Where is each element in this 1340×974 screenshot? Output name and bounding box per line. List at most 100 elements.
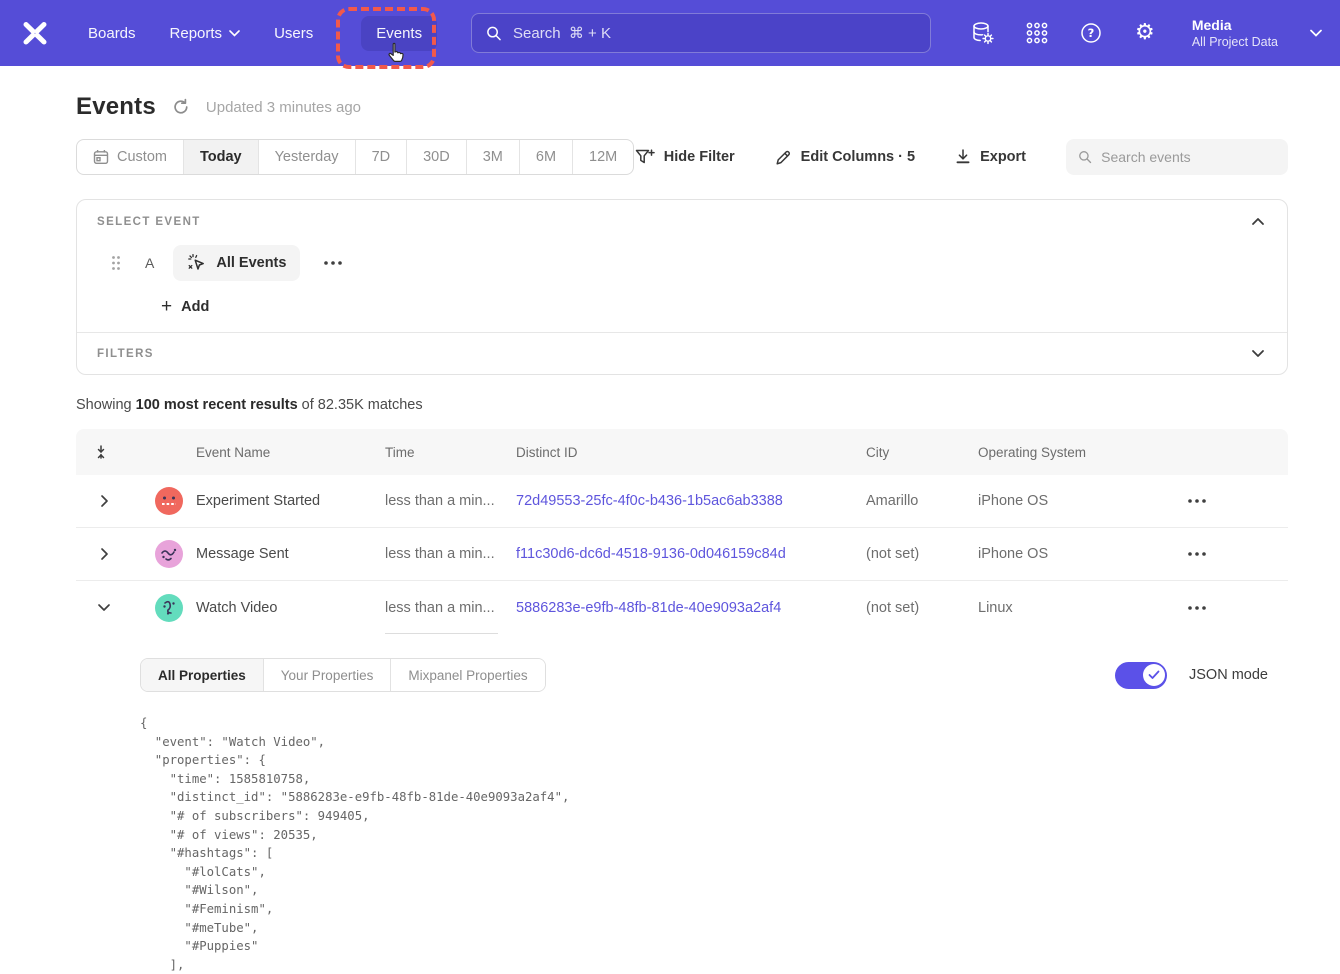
tab-label: All Properties [158,668,246,683]
edit-columns-button[interactable]: Edit Columns · 5 [775,149,915,166]
date-option-30d[interactable]: 30D [407,140,467,174]
ellipsis-icon [324,261,342,265]
refresh-button[interactable] [172,98,190,116]
global-search-input[interactable] [513,25,916,42]
distinct-id-link[interactable]: 72d49553-25fc-4f0c-b436-1b5ac6ab3388 [516,493,783,509]
event-name-cell: Message Sent [196,546,385,562]
column-header-city: City [866,445,978,460]
date-option-12m[interactable]: 12M [573,140,633,174]
tab-mixpanel-properties[interactable]: Mixpanel Properties [391,659,544,691]
date-option-label: 7D [372,149,391,165]
row-collapse-chevron-down-icon[interactable] [76,603,132,612]
refresh-icon [172,98,190,116]
event-avatar [155,487,183,515]
events-table: Event Name Time Distinct ID City Operati… [76,429,1288,974]
distinct-id-link[interactable]: 5886283e-e9fb-48fb-81de-40e9093a2af4 [516,600,781,616]
calendar-icon [93,149,109,165]
event-avatar [155,594,183,622]
hide-filter-button[interactable]: Hide Filter [635,149,735,165]
event-selector-button[interactable]: All Events [173,245,300,281]
date-option-custom[interactable]: Custom [77,140,184,174]
tab-label: Your Properties [281,668,374,683]
expand-section-chevron-down-icon[interactable] [1249,347,1267,360]
hide-filter-label: Hide Filter [664,149,735,165]
export-button[interactable]: Export [955,149,1026,165]
mixpanel-logo-icon[interactable] [20,18,50,48]
date-option-3m[interactable]: 3M [467,140,520,174]
step-letter: A [145,255,154,271]
chevron-down-icon [229,30,240,37]
project-switcher[interactable]: Media All Project Data [1192,17,1278,49]
json-mode-toggle[interactable] [1115,662,1167,689]
table-toolbar: Hide Filter Edit Columns · 5 Export [635,139,1288,175]
nav-item-users[interactable]: Users [274,25,313,42]
nav-item-events[interactable]: Events [361,16,437,51]
filters-section: FILTERS [77,333,1287,374]
column-header-time: Time [385,445,516,460]
tab-your-properties[interactable]: Your Properties [264,659,392,691]
event-avatar [155,540,183,568]
date-option-label: Yesterday [275,149,339,165]
settings-gear-icon[interactable]: ⚙ [1132,20,1158,46]
city-cell: Amarillo [866,493,978,509]
project-name: Media [1192,17,1278,33]
date-option-7d[interactable]: 7D [356,140,408,174]
tab-all-properties[interactable]: All Properties [141,659,264,691]
table-row-expanded: Watch Video less than a min... 5886283e-… [76,581,1288,634]
city-cell: (not set) [866,546,978,562]
project-subtitle: All Project Data [1192,35,1278,49]
query-builder-card: SELECT EVENT A [76,199,1288,375]
sort-time-icon[interactable] [76,444,132,460]
add-event-button[interactable]: + Add [161,297,209,316]
date-range-picker: Custom Today Yesterday 7D 30D 3M 6M 12M [76,139,634,175]
drag-handle-icon[interactable] [111,255,121,271]
data-management-icon[interactable] [970,20,996,46]
edit-columns-label: Edit Columns · 5 [801,149,915,165]
os-cell: iPhone OS [978,493,1148,509]
results-suffix: of 82.35K matches [298,397,423,413]
ellipsis-icon [1188,499,1206,503]
date-option-yesterday[interactable]: Yesterday [259,140,356,174]
event-name-cell: Experiment Started [196,493,385,509]
nav-item-boards-label: Boards [88,25,136,42]
event-more-options-button[interactable] [320,257,346,269]
apps-grid-icon[interactable] [1024,20,1050,46]
results-prefix: Showing [76,397,136,413]
main-content: Events Updated 3 minutes ago Custom Toda… [76,93,1288,974]
column-header-os: Operating System [978,445,1148,460]
search-events-box[interactable] [1066,139,1288,175]
date-option-today[interactable]: Today [184,140,259,174]
toggle-knob [1143,664,1165,686]
plus-icon: + [161,297,172,316]
row-expand-chevron-right-icon[interactable] [76,494,132,508]
project-chevron-down-icon[interactable] [1310,29,1322,37]
nav-item-reports[interactable]: Reports [170,25,241,42]
pencil-icon [775,149,792,166]
row-more-options-button[interactable] [1148,499,1288,503]
event-name-cell: Watch Video [196,600,385,616]
collapse-section-chevron-up-icon[interactable] [1249,215,1267,228]
nav-item-users-label: Users [274,25,313,42]
help-icon[interactable]: ? [1078,20,1104,46]
os-cell: Linux [978,600,1148,616]
row-expand-chevron-right-icon[interactable] [76,547,132,561]
time-cell: less than a min... [385,475,516,527]
select-event-label: SELECT EVENT [97,216,201,228]
nav-item-boards[interactable]: Boards [88,25,136,42]
row-more-options-button[interactable] [1148,552,1288,556]
nav-right-group: ? ⚙ Media All Project Data [970,17,1322,49]
global-search[interactable] [471,13,931,53]
ellipsis-icon [1188,552,1206,556]
top-nav: Boards Reports Users Events [0,0,1340,66]
date-option-label: Today [200,149,242,165]
date-option-6m[interactable]: 6M [520,140,573,174]
search-events-input[interactable] [1101,149,1276,165]
table-header-row: Event Name Time Distinct ID City Operati… [76,429,1288,475]
properties-tabs: All Properties Your Properties Mixpanel … [140,658,546,692]
date-option-label: 12M [589,149,617,165]
distinct-id-link[interactable]: f11c30d6-dc6d-4518-9136-0d046159c84d [516,546,786,562]
time-cell: less than a min... [385,581,516,634]
row-more-options-button[interactable] [1148,606,1288,610]
check-icon [1148,670,1160,680]
svg-text:?: ? [1088,26,1095,40]
